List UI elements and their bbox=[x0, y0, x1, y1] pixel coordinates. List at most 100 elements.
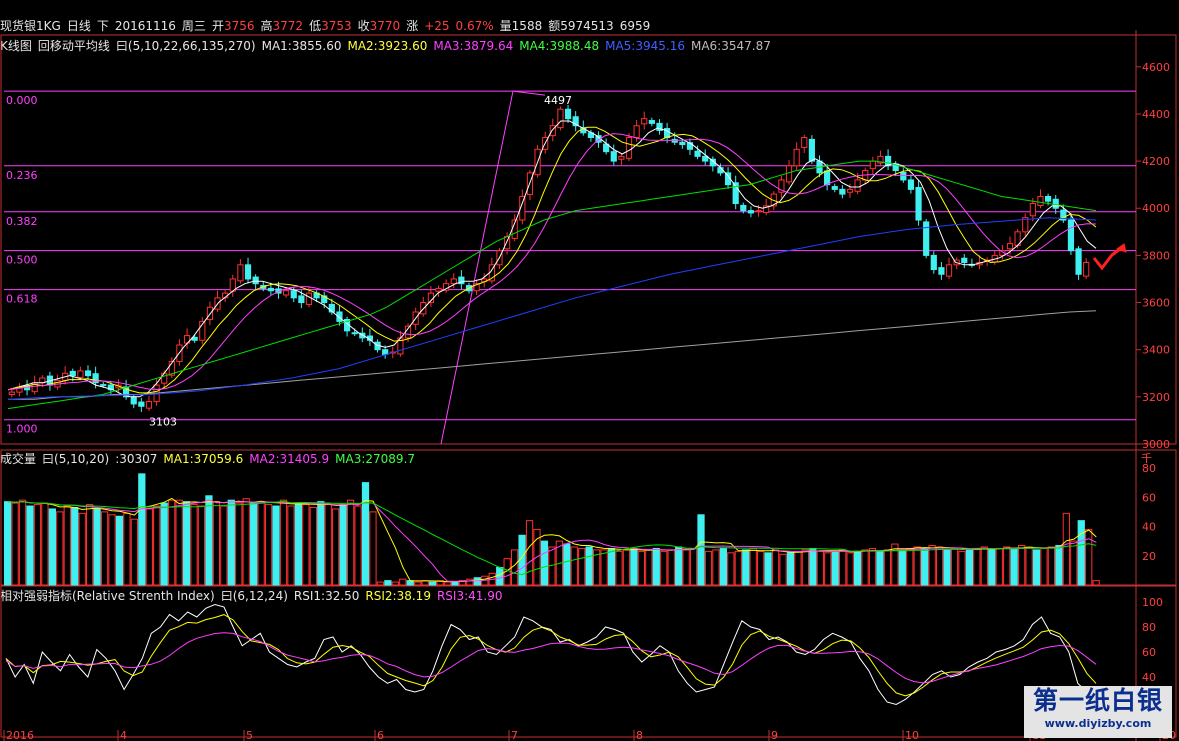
volume-bar bbox=[898, 549, 906, 586]
candle-body bbox=[831, 186, 838, 190]
candle-body bbox=[69, 370, 76, 377]
volume-bar bbox=[190, 504, 198, 586]
volume-bar bbox=[779, 553, 787, 586]
volume-bar bbox=[928, 545, 936, 586]
candle-body bbox=[557, 108, 564, 129]
volume-bar bbox=[123, 512, 131, 586]
volume-bar bbox=[220, 505, 228, 586]
candle-body bbox=[755, 210, 762, 213]
volume-bar bbox=[809, 547, 817, 586]
watermark-url: www.diyizby.com bbox=[1044, 717, 1152, 730]
volume-bar bbox=[697, 514, 705, 586]
candle-body bbox=[961, 257, 968, 263]
volume-bar bbox=[1040, 547, 1048, 586]
volume-bar bbox=[242, 498, 250, 586]
volume-bar bbox=[742, 549, 750, 586]
candle-body bbox=[1067, 219, 1075, 252]
candle-body bbox=[915, 186, 922, 221]
volume-bar bbox=[160, 502, 168, 586]
volume-bar bbox=[831, 550, 839, 586]
candle-body bbox=[945, 264, 953, 277]
volume-bar bbox=[93, 508, 101, 586]
rsi-tick-label: 40 bbox=[1142, 671, 1156, 684]
volume-bar bbox=[786, 552, 795, 586]
volume-bar bbox=[689, 547, 698, 586]
volume-bar bbox=[727, 552, 735, 586]
volume-bar bbox=[1092, 580, 1100, 586]
volume-bar bbox=[839, 549, 847, 586]
volume-bar bbox=[846, 552, 854, 586]
fib-level-label: 0.236 bbox=[6, 169, 38, 182]
price-tick-label: 3800 bbox=[1142, 249, 1170, 262]
volume-bar bbox=[11, 502, 19, 586]
volume-bar bbox=[764, 552, 772, 586]
volume-bar bbox=[570, 546, 578, 586]
volume-bar bbox=[667, 549, 675, 586]
volume-bar bbox=[339, 504, 347, 586]
volume-bar bbox=[1047, 546, 1056, 586]
volume-bar bbox=[682, 549, 690, 586]
volume-bar bbox=[182, 501, 191, 586]
candle-body bbox=[351, 332, 358, 335]
volume-bar bbox=[921, 547, 929, 586]
x-tick-label: 8 bbox=[636, 729, 643, 741]
volume-bar bbox=[227, 499, 235, 586]
volume-bar bbox=[637, 550, 645, 586]
volume-bar bbox=[257, 501, 265, 586]
volume-bar bbox=[473, 577, 481, 586]
chart-canvas[interactable]: 4600440042004000380036003400320030008060… bbox=[0, 0, 1179, 741]
fib-level-label: 0.618 bbox=[6, 293, 38, 306]
volume-bar bbox=[115, 515, 124, 586]
volume-bar bbox=[525, 520, 534, 586]
volume-bar bbox=[4, 501, 12, 586]
candle-body bbox=[244, 264, 252, 280]
candle-body bbox=[298, 295, 305, 304]
panel-frame bbox=[0, 34, 1177, 445]
volume-bar bbox=[451, 581, 459, 586]
candle-body bbox=[930, 254, 937, 271]
price-tick-label: 4200 bbox=[1142, 155, 1170, 168]
volume-bar bbox=[801, 549, 810, 586]
candle-body bbox=[77, 370, 84, 379]
volume-bar bbox=[675, 546, 683, 586]
volume-bar bbox=[108, 514, 116, 586]
volume-bar bbox=[71, 506, 79, 586]
volume-bar bbox=[264, 504, 273, 586]
volume-bar bbox=[332, 508, 340, 586]
fib-level-label: 0.000 bbox=[6, 94, 38, 107]
candle-body bbox=[900, 171, 907, 181]
volume-bar bbox=[868, 547, 877, 586]
price-tick-label: 4000 bbox=[1142, 202, 1170, 215]
volume-bar bbox=[1003, 546, 1011, 586]
rsi3-line bbox=[5, 632, 1097, 684]
volume-bar bbox=[384, 580, 392, 586]
price-tick-label: 4600 bbox=[1142, 61, 1170, 74]
x-tick-label: 2016 bbox=[6, 729, 34, 741]
candle-body bbox=[702, 155, 709, 162]
volume-bar bbox=[33, 504, 42, 586]
volume-bar bbox=[496, 566, 504, 586]
x-tick-label: 7 bbox=[511, 729, 518, 741]
volume-bar bbox=[906, 547, 914, 586]
candle-body bbox=[290, 290, 297, 299]
peak-annotation: 4497 bbox=[544, 94, 572, 107]
candle-body bbox=[747, 210, 755, 214]
volume-bar bbox=[391, 581, 399, 586]
volume-bar bbox=[56, 511, 64, 586]
candle-body bbox=[907, 179, 915, 190]
volume-bar bbox=[250, 502, 258, 586]
volume-bar bbox=[816, 550, 824, 586]
volume-bar bbox=[1017, 545, 1026, 586]
volume-bar bbox=[138, 473, 146, 586]
trough-annotation: 3103 bbox=[149, 416, 177, 429]
candle-body bbox=[8, 391, 15, 395]
fib-level-label: 0.382 bbox=[6, 215, 38, 228]
x-tick-label: 5 bbox=[246, 729, 253, 741]
volume-bar bbox=[771, 549, 780, 586]
volume-bar bbox=[540, 540, 549, 586]
volume-bar bbox=[1010, 547, 1018, 586]
volume-bar bbox=[86, 504, 94, 586]
volume-bar bbox=[309, 506, 317, 586]
volume-bar bbox=[883, 549, 892, 586]
price-tick-label: 4400 bbox=[1142, 108, 1170, 121]
